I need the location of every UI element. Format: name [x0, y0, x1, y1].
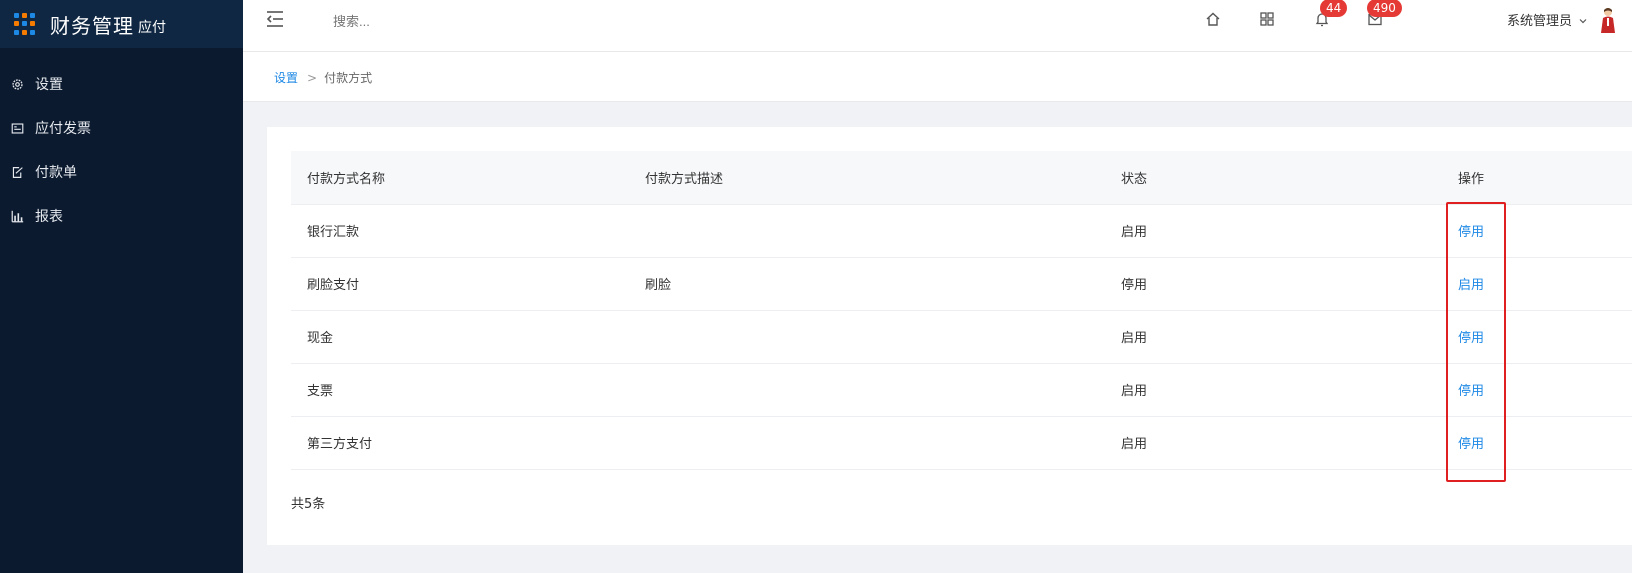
column-header-actions: 操作 — [1442, 151, 1632, 205]
cell-status: 启用 — [1105, 363, 1442, 417]
cell-name: 第三方支付 — [291, 416, 629, 470]
sidebar-item-settings[interactable]: 设置 — [0, 62, 243, 106]
table-row: 支票 启用 停用 — [291, 363, 1632, 417]
chevron-down-icon — [1578, 15, 1588, 25]
breadcrumb-separator: > — [307, 70, 318, 85]
brand-subtitle: 应付 — [138, 20, 166, 36]
home-icon[interactable] — [1205, 11, 1221, 27]
avatar[interactable] — [1599, 6, 1617, 34]
brand: 财务管理 应付 — [0, 0, 243, 48]
cell-status: 停用 — [1105, 257, 1442, 311]
column-header-name: 付款方式名称 — [291, 151, 629, 205]
cell-description — [629, 310, 1105, 364]
bar-chart-icon — [11, 210, 24, 223]
edit-doc-icon — [11, 166, 24, 179]
cell-name: 支票 — [291, 363, 629, 417]
top-header: 44 490 系统管理员 — [243, 0, 1632, 52]
table-row: 刷脸支付 刷脸 停用 启用 — [291, 257, 1632, 311]
payment-methods-table: 付款方式名称 付款方式描述 状态 操作 银行汇款 启用 停用 刷脸支付 刷脸 停… — [291, 151, 1632, 470]
breadcrumb-current: 付款方式 — [324, 71, 373, 85]
cell-name: 刷脸支付 — [291, 257, 629, 311]
invoice-icon — [11, 122, 24, 135]
app-grid-icon — [14, 13, 36, 35]
sidebar-item-label: 报表 — [35, 209, 63, 225]
toggle-status-link[interactable]: 停用 — [1458, 437, 1484, 452]
search-input[interactable] — [333, 8, 573, 34]
cell-description — [629, 363, 1105, 417]
sidebar-item-reports[interactable]: 报表 — [0, 194, 243, 238]
cell-description — [629, 204, 1105, 258]
content-card: 付款方式名称 付款方式描述 状态 操作 银行汇款 启用 停用 刷脸支付 刷脸 停… — [267, 127, 1632, 545]
cell-status: 启用 — [1105, 416, 1442, 470]
sidebar-item-label: 应付发票 — [35, 121, 91, 137]
sidebar: 财务管理 应付 设置 应付发票 付款单 报表 — [0, 0, 243, 573]
gear-icon — [11, 78, 24, 91]
cell-description: 刷脸 — [629, 257, 1105, 311]
toggle-status-link[interactable]: 停用 — [1458, 331, 1484, 346]
sidebar-item-payment-order[interactable]: 付款单 — [0, 150, 243, 194]
table-header-row: 付款方式名称 付款方式描述 状态 操作 — [291, 151, 1632, 205]
sidebar-nav: 设置 应付发票 付款单 报表 — [0, 62, 243, 238]
cell-name: 现金 — [291, 310, 629, 364]
sidebar-item-invoice[interactable]: 应付发票 — [0, 106, 243, 150]
table-row: 第三方支付 启用 停用 — [291, 416, 1632, 470]
column-header-description: 付款方式描述 — [629, 151, 1105, 205]
table-row: 银行汇款 启用 停用 — [291, 204, 1632, 258]
message-badge: 490 — [1367, 0, 1402, 17]
user-menu[interactable]: 系统管理员 — [1507, 10, 1588, 29]
breadcrumb: 设置 > 付款方式 — [274, 69, 372, 86]
breadcrumb-link-settings[interactable]: 设置 — [274, 69, 298, 86]
toggle-status-link[interactable]: 停用 — [1458, 384, 1484, 399]
toggle-status-link[interactable]: 启用 — [1458, 278, 1484, 293]
menu-fold-icon[interactable] — [265, 10, 285, 28]
toggle-status-link[interactable]: 停用 — [1458, 225, 1484, 240]
user-name: 系统管理员 — [1507, 14, 1573, 29]
sidebar-item-label: 设置 — [35, 77, 63, 93]
brand-title: 财务管理 — [50, 13, 134, 38]
cell-name: 银行汇款 — [291, 204, 629, 258]
cell-status: 启用 — [1105, 204, 1442, 258]
column-header-status: 状态 — [1105, 151, 1442, 205]
apps-grid-icon[interactable] — [1259, 11, 1275, 27]
cell-status: 启用 — [1105, 310, 1442, 364]
cell-description — [629, 416, 1105, 470]
sidebar-item-label: 付款单 — [35, 165, 77, 181]
breadcrumb-bar: 设置 > 付款方式 — [243, 52, 1632, 102]
table-row: 现金 启用 停用 — [291, 310, 1632, 364]
notification-badge: 44 — [1320, 0, 1348, 17]
total-count: 共5条 — [291, 497, 326, 512]
